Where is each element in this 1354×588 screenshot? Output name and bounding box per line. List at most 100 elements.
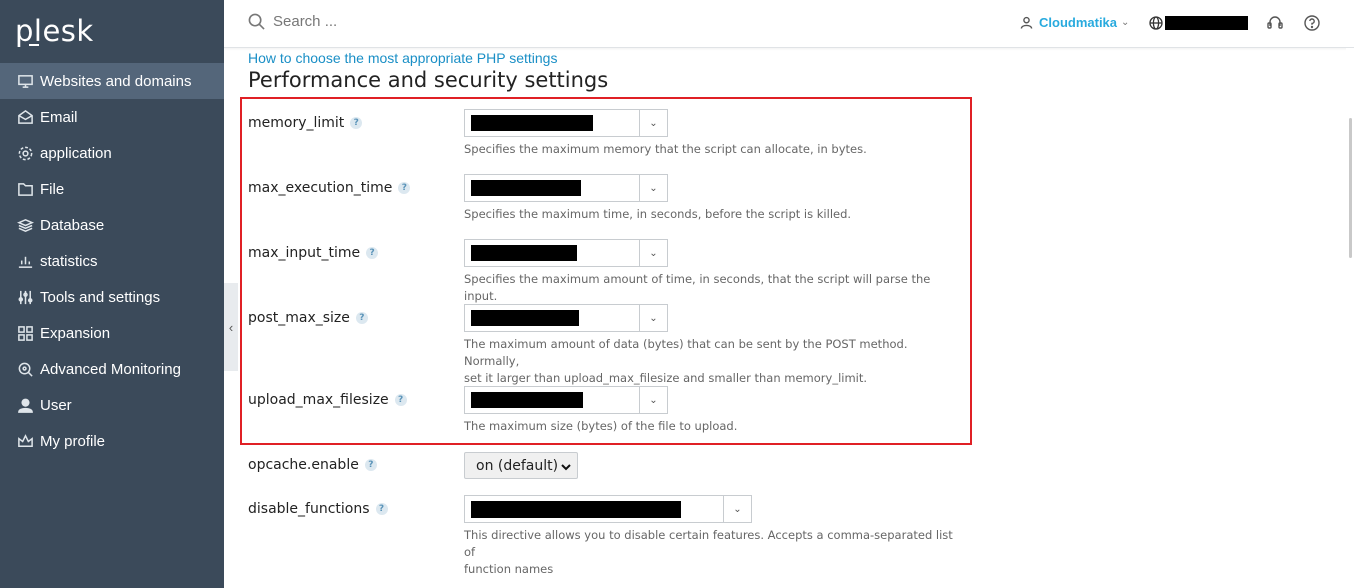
hint-line: The maximum amount of data (bytes) that … [464,337,908,368]
sidebar-item-label: Expansion [40,324,111,342]
support-icon[interactable] [1266,14,1284,32]
scrollbar-thumb[interactable] [1349,118,1352,258]
redacted-value [471,501,681,518]
logo-accent [29,44,39,46]
chevron-down-icon[interactable]: ⌄ [639,175,667,201]
max-input-time-hint: Specifies the maximum amount of time, in… [464,272,931,303]
setting-name: memory_limit [248,115,345,131]
sidebar-item-statistics[interactable]: statistics [0,243,224,279]
search-input[interactable]: Search ... [248,13,337,30]
sidebar: plesk Websites and domains Email applica… [0,0,224,588]
bar-chart-icon [16,252,34,270]
redacted-subscription [1165,16,1248,30]
sidebar-item-advanced-monitoring[interactable]: Advanced Monitoring [0,351,224,387]
setting-name: max_execution_time [248,180,393,196]
sidebar-item-user[interactable]: User [0,387,224,423]
disable-functions-hint: This directive allows you to disable cer… [464,527,964,578]
plesk-logo[interactable]: plesk [15,14,94,48]
chevron-down-icon: ⌄ [1121,17,1130,28]
sidebar-collapse-toggle[interactable]: ‹ [224,283,238,371]
grid-icon [16,324,34,342]
max-execution-time-hint: Specifies the maximum time, in seconds, … [464,207,852,221]
help-question-icon[interactable]: ? [366,247,379,259]
globe-icon[interactable] [1149,16,1163,30]
php-settings-help-link[interactable]: How to choose the most appropriate PHP s… [248,50,557,66]
help-question-icon[interactable]: ? [375,503,388,515]
gear-icon [16,144,34,162]
user-name: Cloudmatika [1039,15,1118,30]
redacted-value [471,245,577,261]
disable-functions-label: disable_functions ? [248,501,388,517]
sidebar-item-label: User [40,396,72,414]
upload-max-filesize-hint: The maximum size (bytes) of the file to … [464,419,738,433]
sidebar-item-websites-and-domains[interactable]: Websites and domains [0,63,224,99]
sidebar-item-tools-and-settings[interactable]: Tools and settings [0,279,224,315]
memory-limit-hint: Specifies the maximum memory that the sc… [464,142,867,156]
chevron-down-icon [561,460,571,471]
sidebar-item-my-profile[interactable]: My profile [0,423,224,459]
sidebar-item-label: Websites and domains [40,72,192,90]
hint-line: function names [464,562,554,576]
opcache-enable-select[interactable]: on (default) [464,452,578,479]
chevron-down-icon[interactable]: ⌄ [639,305,667,331]
help-question-icon[interactable]: ? [398,182,411,194]
magnifier-icon [16,360,34,378]
hint-line: set it larger than upload_max_filesize a… [464,371,868,385]
help-question-icon[interactable]: ? [350,117,363,129]
sidebar-item-expansion[interactable]: Expansion [0,315,224,351]
envelope-icon [16,108,34,126]
selected-value: on (default) [476,457,559,474]
sliders-icon [16,288,34,306]
crown-icon [16,432,34,450]
sidebar-item-label: Email [40,108,78,126]
help-question-icon[interactable]: ? [394,394,407,406]
chevron-down-icon[interactable]: ⌄ [639,240,667,266]
redacted-value [471,392,583,408]
memory-limit-label: memory_limit ? [248,115,363,131]
monitor-icon [16,72,34,90]
top-header: Search ... Cloudmatika ⌄ [224,0,1354,48]
setting-name: opcache.enable [248,457,359,473]
sidebar-item-label: File [40,180,65,198]
sidebar-item-email[interactable]: Email [0,99,224,135]
redacted-value [471,310,579,326]
search-icon [248,13,265,30]
sidebar-item-file[interactable]: File [0,171,224,207]
user-icon [1020,16,1033,29]
hint-line: This directive allows you to disable cer… [464,528,953,559]
setting-name: post_max_size [248,310,350,326]
sidebar-item-label: statistics [40,252,98,270]
chevron-down-icon[interactable]: ⌄ [639,110,667,136]
file-icon [16,180,34,198]
search-placeholder: Search ... [273,13,338,30]
chevron-down-icon[interactable]: ⌄ [639,387,667,413]
chevron-down-icon[interactable]: ⌄ [723,496,751,522]
disable-functions-combobox[interactable]: ⌄ [464,495,752,523]
user-menu[interactable]: Cloudmatika ⌄ [1020,15,1129,30]
max-execution-time-combobox[interactable]: ⌄ [464,174,668,202]
help-question-icon[interactable]: ? [355,312,368,324]
sidebar-item-label: My profile [40,432,106,450]
sidebar-item-application[interactable]: application [0,135,224,171]
chevron-left-icon: ‹ [228,319,234,335]
help-question-icon[interactable]: ? [364,459,377,471]
opcache-enable-label: opcache.enable ? [248,457,377,473]
sidebar-nav: Websites and domains Email application F… [0,63,224,459]
post-max-size-combobox[interactable]: ⌄ [464,304,668,332]
upload-max-filesize-combobox[interactable]: ⌄ [464,386,668,414]
memory-limit-combobox[interactable]: ⌄ [464,109,668,137]
sidebar-item-label: Tools and settings [40,288,161,306]
section-title: Performance and security settings [248,68,609,92]
database-icon [16,216,34,234]
help-icon[interactable] [1303,14,1321,32]
max-execution-time-label: max_execution_time ? [248,180,411,196]
sidebar-item-database[interactable]: Database [0,207,224,243]
redacted-value [471,180,581,196]
sidebar-item-label: Database [40,216,105,234]
user-icon [16,396,34,414]
sidebar-item-label: application [40,144,112,162]
upload-max-filesize-label: upload_max_filesize ? [248,392,407,408]
sidebar-item-label: Advanced Monitoring [40,360,181,378]
max-input-time-combobox[interactable]: ⌄ [464,239,668,267]
setting-name: upload_max_filesize [248,392,389,408]
